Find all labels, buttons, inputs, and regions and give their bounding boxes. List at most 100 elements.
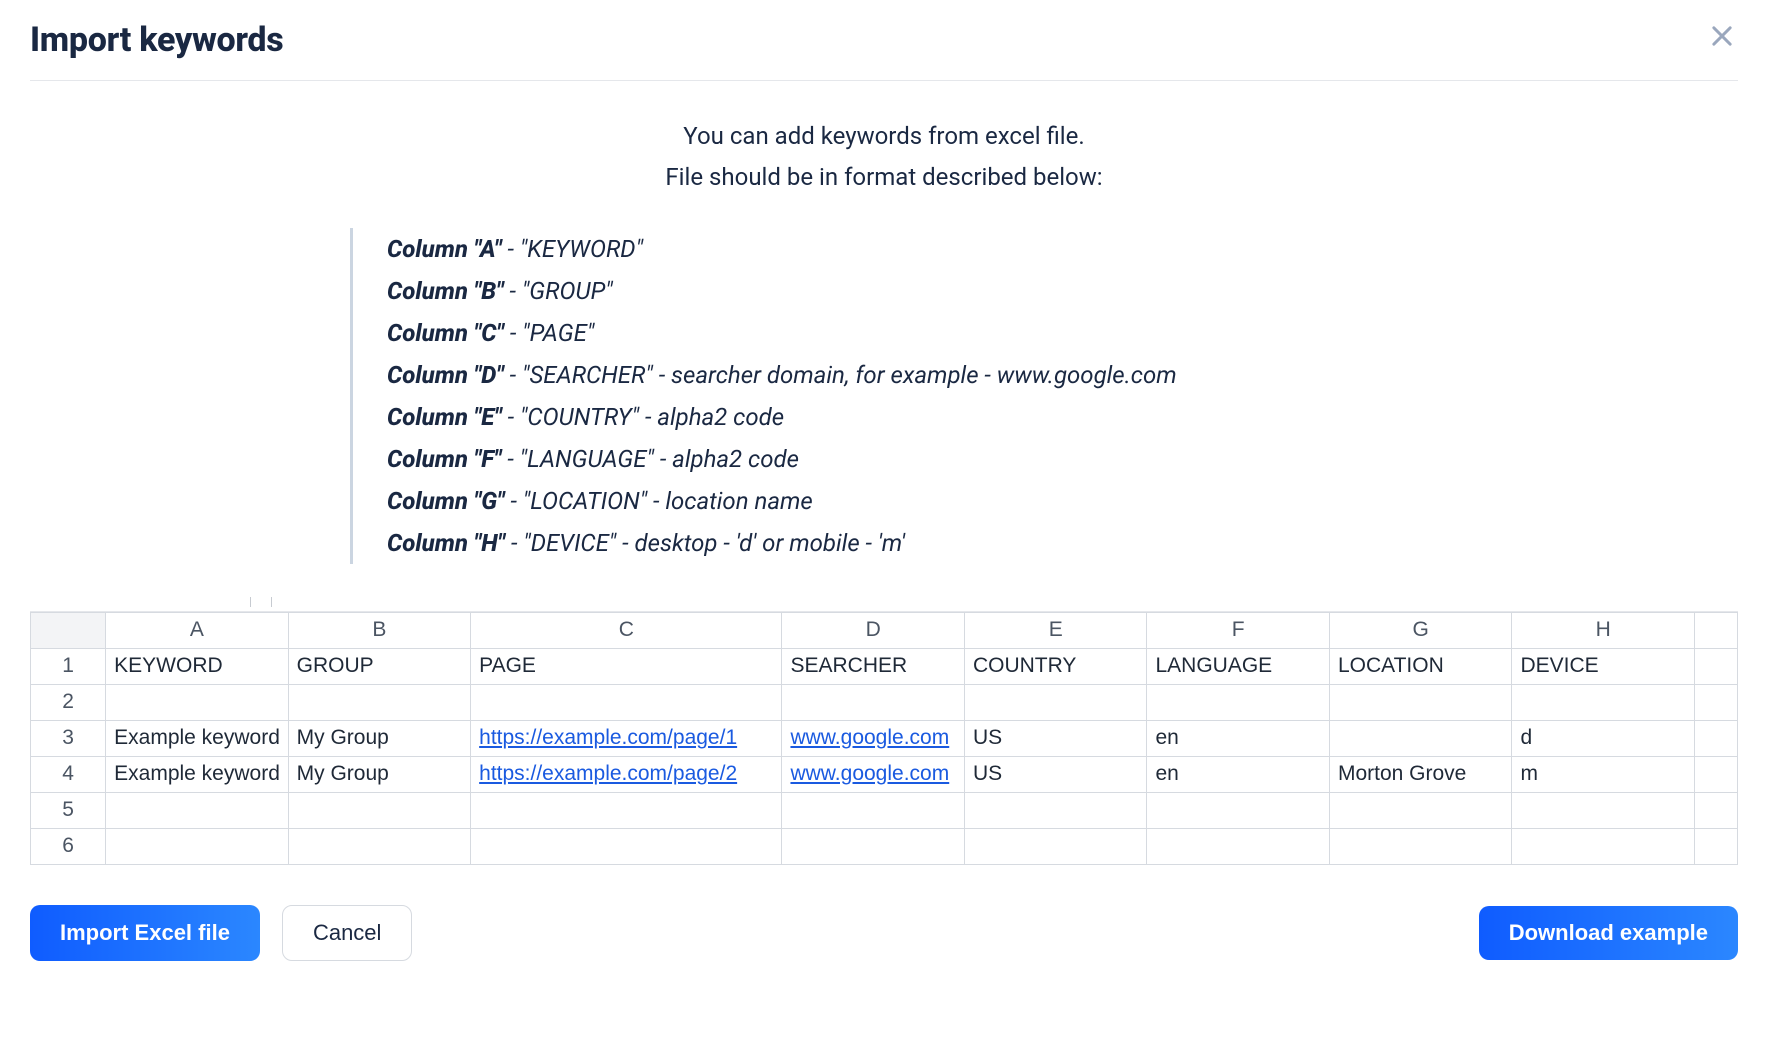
format-description: Column "A" - "KEYWORD" Column "B" - "GRO… bbox=[350, 228, 1638, 564]
row-number: 4 bbox=[31, 756, 106, 792]
cell-pad bbox=[1694, 828, 1737, 864]
cell bbox=[1147, 684, 1330, 720]
row-number: 3 bbox=[31, 720, 106, 756]
col-letter-g: G bbox=[1329, 612, 1512, 648]
cell bbox=[1147, 792, 1330, 828]
table-row: 1KEYWORDGROUPPAGESEARCHERCOUNTRYLANGUAGE… bbox=[31, 648, 1738, 684]
col-letter-a: A bbox=[106, 612, 289, 648]
row-number: 2 bbox=[31, 684, 106, 720]
cell bbox=[1512, 792, 1695, 828]
cell bbox=[782, 828, 965, 864]
col-letter-h: H bbox=[1512, 612, 1695, 648]
row-number: 1 bbox=[31, 648, 106, 684]
col-letter-b: B bbox=[288, 612, 471, 648]
dialog-title: Import keywords bbox=[30, 20, 283, 60]
cell: US bbox=[964, 756, 1147, 792]
col-pad bbox=[1694, 612, 1737, 648]
cell: www.google.com bbox=[782, 720, 965, 756]
row-number: 5 bbox=[31, 792, 106, 828]
cell: m bbox=[1512, 756, 1695, 792]
table-row: 2 bbox=[31, 684, 1738, 720]
cell bbox=[1329, 684, 1512, 720]
col-letter-c: C bbox=[471, 612, 782, 648]
table-row: 6 bbox=[31, 828, 1738, 864]
cell bbox=[471, 792, 782, 828]
cell-link[interactable]: www.google.com bbox=[790, 726, 949, 749]
intro-text: You can add keywords from excel file. Fi… bbox=[30, 116, 1738, 198]
cell bbox=[106, 792, 289, 828]
cell: KEYWORD bbox=[106, 648, 289, 684]
table-row: 3Example keywordMy Group https://example.… bbox=[31, 720, 1738, 756]
cell bbox=[964, 792, 1147, 828]
cell bbox=[1512, 828, 1695, 864]
cell: Example keyword bbox=[106, 720, 289, 756]
cell: GROUP bbox=[288, 648, 471, 684]
cell bbox=[1329, 828, 1512, 864]
cell bbox=[782, 792, 965, 828]
import-excel-button[interactable]: Import Excel file bbox=[30, 905, 260, 961]
footer-left: Import Excel file Cancel bbox=[30, 905, 412, 961]
cell bbox=[106, 828, 289, 864]
format-row-e: Column "E" - "COUNTRY" - alpha2 code bbox=[387, 396, 1638, 438]
cell: DEVICE bbox=[1512, 648, 1695, 684]
cell bbox=[964, 684, 1147, 720]
cell-link[interactable]: www.google.com bbox=[790, 762, 949, 785]
cell: en bbox=[1147, 756, 1330, 792]
cell bbox=[288, 684, 471, 720]
cell-link[interactable]: https://example.com/page/1 bbox=[479, 726, 737, 749]
table-row: 5 bbox=[31, 792, 1738, 828]
import-keywords-dialog: Import keywords You can add keywords fro… bbox=[0, 0, 1768, 1001]
cell: PAGE bbox=[471, 648, 782, 684]
cell bbox=[471, 828, 782, 864]
spreadsheet-toolbar bbox=[30, 594, 1738, 612]
download-example-button[interactable]: Download example bbox=[1479, 906, 1738, 960]
cell-pad bbox=[1694, 792, 1737, 828]
cell: US bbox=[964, 720, 1147, 756]
cell: Example keyword bbox=[106, 756, 289, 792]
cell: en bbox=[1147, 720, 1330, 756]
cell: COUNTRY bbox=[964, 648, 1147, 684]
format-row-f: Column "F" - "LANGUAGE" - alpha2 code bbox=[387, 438, 1638, 480]
format-row-d: Column "D" - "SEARCHER" - searcher domai… bbox=[387, 354, 1638, 396]
cell bbox=[288, 828, 471, 864]
cell: d bbox=[1512, 720, 1695, 756]
table-row: 4Example keywordMy Grouphttps://example.… bbox=[31, 756, 1738, 792]
cell bbox=[288, 792, 471, 828]
col-letter-e: E bbox=[964, 612, 1147, 648]
close-button[interactable] bbox=[1706, 20, 1738, 52]
intro-line-2: File should be in format described below… bbox=[30, 157, 1738, 198]
cell-link[interactable]: https://example.com/page/2 bbox=[479, 762, 737, 785]
cell bbox=[1329, 792, 1512, 828]
cell-pad bbox=[1694, 648, 1737, 684]
dialog-header: Import keywords bbox=[30, 20, 1738, 81]
col-letter-d: D bbox=[782, 612, 965, 648]
cell: LOCATION bbox=[1329, 648, 1512, 684]
example-spreadsheet: A B C D E F G H 1KEYWORDGROUPPAGESEARCHE… bbox=[30, 594, 1738, 865]
cell bbox=[964, 828, 1147, 864]
cell-pad bbox=[1694, 720, 1737, 756]
cell bbox=[1147, 828, 1330, 864]
cell bbox=[782, 684, 965, 720]
corner-cell bbox=[31, 612, 106, 648]
cell: Morton Grove bbox=[1329, 756, 1512, 792]
format-row-b: Column "B" - "GROUP" bbox=[387, 270, 1638, 312]
cell bbox=[471, 684, 782, 720]
spreadsheet-table: A B C D E F G H 1KEYWORDGROUPPAGESEARCHE… bbox=[30, 612, 1738, 865]
cell: LANGUAGE bbox=[1147, 648, 1330, 684]
cell: https://example.com/page/2 bbox=[471, 756, 782, 792]
cell: SEARCHER bbox=[782, 648, 965, 684]
format-row-c: Column "C" - "PAGE" bbox=[387, 312, 1638, 354]
row-number: 6 bbox=[31, 828, 106, 864]
cell bbox=[1329, 720, 1512, 756]
cancel-button[interactable]: Cancel bbox=[282, 905, 412, 961]
format-row-a: Column "A" - "KEYWORD" bbox=[387, 228, 1638, 270]
format-row-h: Column "H" - "DEVICE" - desktop - 'd' or… bbox=[387, 522, 1638, 564]
intro-line-1: You can add keywords from excel file. bbox=[30, 116, 1738, 157]
format-row-g: Column "G" - "LOCATION" - location name bbox=[387, 480, 1638, 522]
dialog-footer: Import Excel file Cancel Download exampl… bbox=[30, 905, 1738, 961]
cell-pad bbox=[1694, 756, 1737, 792]
cell bbox=[1512, 684, 1695, 720]
cell: https://example.com/page/1 bbox=[471, 720, 782, 756]
cell: My Group bbox=[288, 720, 471, 756]
cell: www.google.com bbox=[782, 756, 965, 792]
